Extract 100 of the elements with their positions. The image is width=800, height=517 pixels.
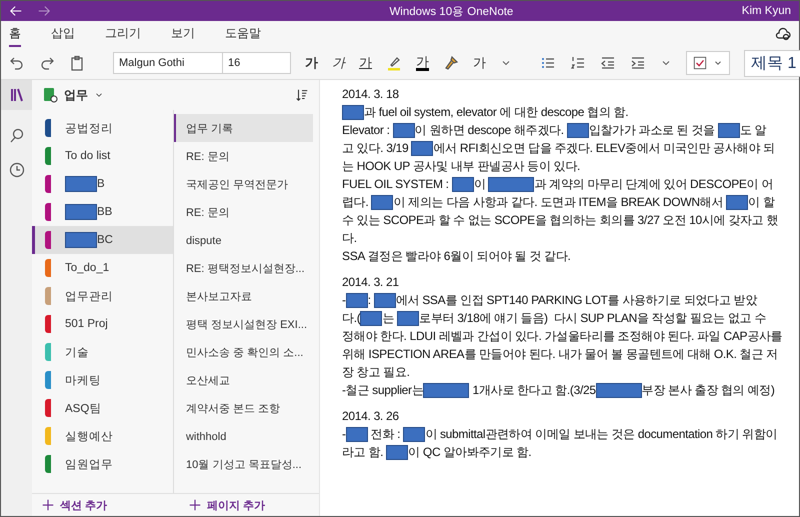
note-text: 도 알	[740, 122, 766, 139]
note-text: 전화 :	[370, 426, 402, 443]
italic-button[interactable]: 가	[332, 54, 345, 72]
note-text: 이 할	[748, 194, 775, 211]
redaction-block	[726, 194, 748, 210]
redaction-block	[403, 426, 426, 442]
section-item[interactable]: BC	[32, 226, 173, 254]
section-item[interactable]: 501 Proj	[32, 310, 173, 338]
note-text: 이 제의는 다음 사항과 같다. 도면과 ITEM을 BREAK DOWN해서	[393, 194, 724, 211]
ribbon-tab[interactable]: 도움말	[225, 21, 261, 47]
note-date: 2014. 3. 18	[342, 86, 400, 103]
library-icon[interactable]	[8, 87, 24, 103]
section-item[interactable]: 임원업무	[32, 450, 173, 478]
redaction-block	[371, 194, 394, 210]
clock-icon[interactable]	[8, 162, 24, 178]
page-item[interactable]: RE: 평택정보시설현장...	[174, 254, 313, 282]
page-item[interactable]: RE: 문의	[174, 142, 313, 170]
ribbon-tab[interactable]: 삽입	[51, 21, 75, 47]
note-text: -	[342, 292, 346, 309]
page-item[interactable]: RE: 문의	[174, 198, 313, 226]
paintbrush-icon[interactable]	[443, 55, 459, 71]
note-text: 이 submittal관련하여 이메일 보내는 것은 documentation 하기 위함이	[425, 426, 778, 443]
font-color-button[interactable]: 가	[416, 55, 429, 71]
page-item[interactable]: 10월 기성고 목표달성...	[174, 450, 313, 478]
section-item[interactable]: 업무관리	[32, 282, 173, 310]
search-icon[interactable]	[8, 128, 24, 144]
redaction-block	[392, 122, 415, 138]
note-text: 다.(	[342, 310, 360, 327]
checkbox-icon	[693, 56, 707, 70]
note-text: 정해야 한다. LDUI 레벨과 간섭이 있다. 가설울타리를 조정해야 된다. 파일 CAP공사를	[342, 328, 782, 345]
section-item[interactable]: ASQ팀	[32, 394, 173, 422]
redaction-block	[346, 426, 368, 442]
redaction-block	[488, 176, 534, 192]
section-item[interactable]: 마케팅	[32, 366, 173, 394]
outdent-icon[interactable]	[600, 55, 616, 71]
notebook-name[interactable]: 업무	[64, 86, 88, 104]
user-name[interactable]: Kim Kyun	[742, 5, 791, 17]
sort-icon[interactable]	[295, 88, 309, 102]
bullet-list-icon[interactable]	[540, 55, 556, 71]
page-item[interactable]: withhold	[174, 422, 313, 450]
redaction-block	[360, 310, 382, 326]
clipboard-icon[interactable]	[69, 55, 85, 71]
bold-button[interactable]: 가	[305, 54, 318, 72]
section-label: B	[97, 178, 105, 190]
numbered-list-icon[interactable]	[570, 55, 586, 71]
note-text: 이	[474, 176, 486, 193]
back-arrow-icon[interactable]	[9, 4, 23, 18]
undo-icon[interactable]	[9, 55, 25, 71]
ribbon-tab[interactable]: 보기	[171, 21, 195, 47]
note-text: 로부터 3/18에 얘기 들음) 다시 SUP PLAN을 작성할 필요는 없고 수	[419, 310, 766, 327]
note-text: 수 있는 SCOPE과 할 수 없는 SCOPE을 협의하는 회의를 3/27 오전 10시에 갖자고 했	[342, 212, 778, 229]
page-item[interactable]: 계약서중 본드 조항	[174, 394, 313, 422]
page-item[interactable]: dispute	[174, 226, 313, 254]
redaction-block	[452, 176, 474, 192]
note-text: 과 계약의 마무리 단계에 있어 DESCOPE이 어	[534, 176, 774, 193]
highlighter-icon[interactable]	[386, 55, 402, 71]
section-item[interactable]: 기술	[32, 338, 173, 366]
section-item[interactable]: 실행예산	[32, 422, 173, 450]
note-text: 장 창고 필요.	[342, 364, 410, 381]
section-item[interactable]: To do list	[32, 142, 173, 170]
note-text: 입찰가가 과소로 된 것을	[588, 122, 716, 139]
font-size-field[interactable]: 16	[223, 52, 291, 74]
redaction-block	[411, 140, 434, 156]
section-item[interactable]: To_do_1	[32, 254, 173, 282]
section-item[interactable]: 공법정리	[32, 114, 173, 142]
indent-icon[interactable]	[630, 55, 646, 71]
section-item[interactable]: B	[32, 170, 173, 198]
note-text: -철근 supplier는	[342, 382, 424, 399]
page-item[interactable]: 본사보고자료	[174, 282, 313, 310]
clear-format-button[interactable]: 가	[473, 54, 486, 72]
note-text: -	[342, 426, 346, 443]
page-item[interactable]: 국제공인 무역전문가	[174, 170, 313, 198]
font-name-field[interactable]: Malgun Gothi	[113, 52, 223, 74]
section-label: BB	[97, 206, 112, 218]
redaction-block	[397, 310, 420, 326]
add-section-button[interactable]: 섹션 추가	[32, 494, 179, 516]
redaction-block	[596, 382, 642, 398]
note-date: 2014. 3. 21	[342, 274, 400, 291]
note-text: 이 QC 알아봐주기로 함.	[408, 444, 532, 461]
style-selector[interactable]: 제목 1	[744, 50, 800, 76]
note-text: 부장 본사 출장 협의 예정)	[642, 382, 775, 399]
add-page-button[interactable]: 페이지 추가	[179, 494, 272, 516]
plus-icon	[42, 499, 54, 511]
notebook-icon	[42, 87, 58, 103]
ribbon-tab[interactable]: 그리기	[105, 21, 141, 47]
section-item[interactable]: BB	[32, 198, 173, 226]
page-item[interactable]: 민사소송 중 확인의 소...	[174, 338, 313, 366]
forward-arrow-icon[interactable]	[37, 4, 51, 18]
note-text: 렵다.	[342, 194, 370, 211]
page-item[interactable]: 업무 기록	[174, 114, 313, 142]
underline-button[interactable]: 가	[359, 54, 372, 72]
page-item[interactable]: 오산세교	[174, 366, 313, 394]
page-item[interactable]: 평택 정보시설현장 EXI...	[174, 310, 313, 338]
cloud-sync-icon[interactable]	[775, 26, 791, 42]
redaction-block	[346, 292, 368, 308]
note-text: :	[368, 292, 372, 309]
tag-dropdown[interactable]	[686, 51, 730, 75]
redo-icon[interactable]	[39, 55, 55, 71]
note-text: Elevator :	[342, 122, 391, 139]
note-date: 2014. 3. 26	[342, 408, 400, 425]
